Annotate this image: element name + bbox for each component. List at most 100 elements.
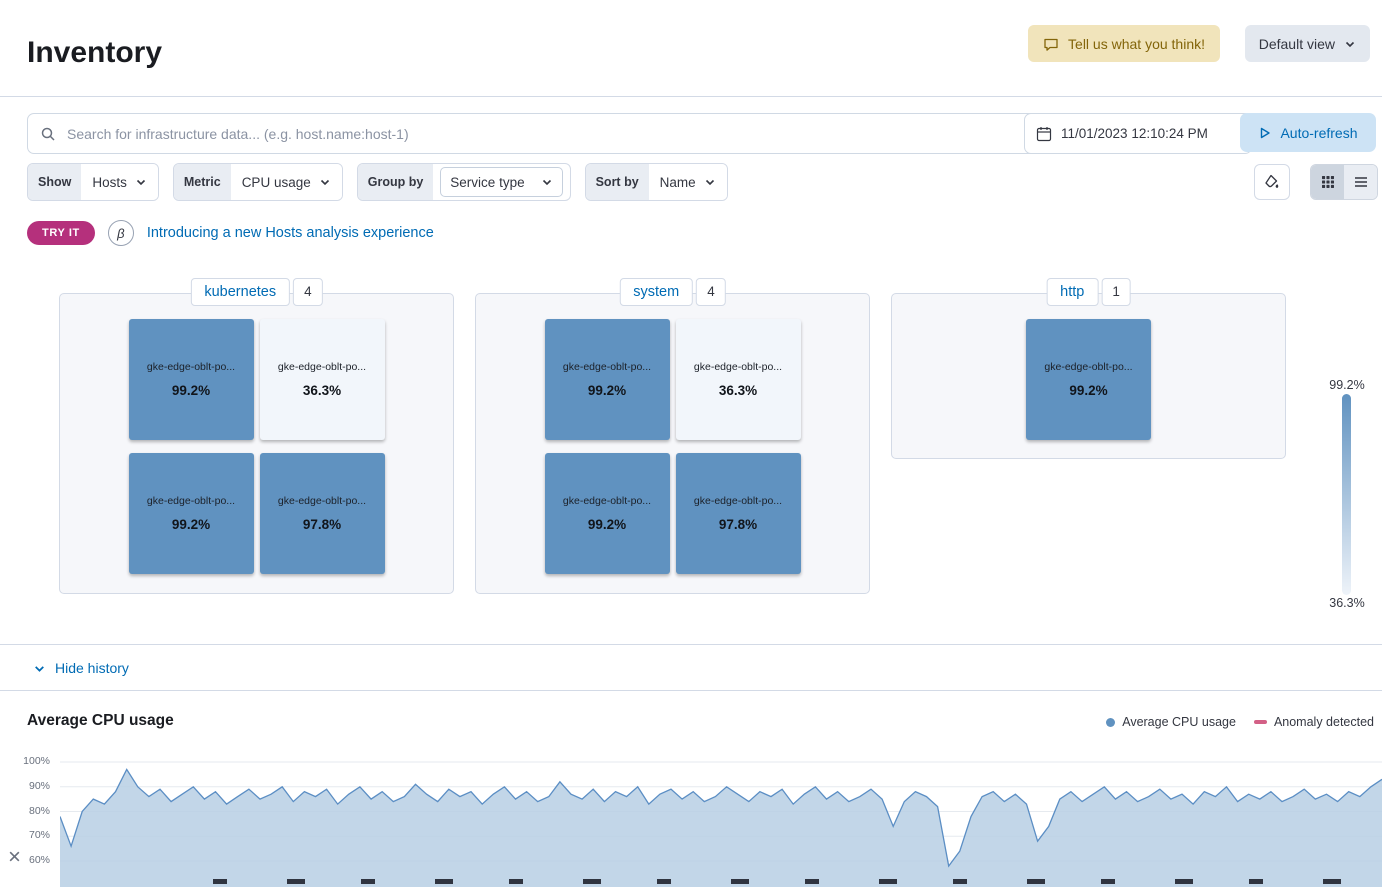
close-icon[interactable] <box>8 850 21 863</box>
chevron-down-icon <box>1344 38 1356 50</box>
tile-grid: gke-edge-oblt-po... 99.2% gke-edge-oblt-po… <box>129 319 385 574</box>
y-axis-label: 70% <box>0 829 50 841</box>
sort-by-filter-select[interactable]: Name <box>649 164 727 200</box>
default-view-button[interactable]: Default view <box>1245 25 1370 62</box>
host-metric-value: 36.3% <box>719 383 757 398</box>
sort-by-filter-value: Name <box>660 175 696 190</box>
group-label: kubernetes4 <box>190 278 322 306</box>
header-divider <box>0 96 1382 97</box>
chevron-down-icon <box>541 176 553 188</box>
inventory-page: Inventory Tell us what you think! Defaul… <box>0 0 1382 887</box>
feedback-label: Tell us what you think! <box>1068 36 1205 52</box>
search-icon <box>40 126 56 142</box>
legend-max-label: 99.2% <box>1316 378 1378 392</box>
group-name[interactable]: system <box>619 278 693 306</box>
chart-legend: Average CPU usage Anomaly detected <box>1106 715 1374 729</box>
host-tile[interactable]: gke-edge-oblt-po...99.2% <box>129 453 254 574</box>
legend-cpu-label: Average CPU usage <box>1122 715 1236 729</box>
grid-view-button[interactable] <box>1311 165 1344 199</box>
host-tile[interactable]: gke-edge-oblt-po... 99.2% <box>545 319 670 440</box>
auto-refresh-label: Auto-refresh <box>1280 125 1357 141</box>
calendar-icon <box>1036 126 1052 142</box>
page-title: Inventory <box>27 36 162 70</box>
host-tile[interactable]: gke-edge-oblt-po... 36.3% <box>676 319 801 440</box>
host-name: gke-edge-oblt-po... <box>694 495 782 507</box>
host-metric-value: 97.8% <box>303 517 341 532</box>
group-count-badge: 4 <box>293 278 323 306</box>
tile-grid: gke-edge-oblt-po... 99.2% gke-edge-oblt-po… <box>545 319 801 574</box>
group-by-filter-label: Group by <box>358 164 434 200</box>
chart-title: Average CPU usage <box>27 712 174 730</box>
legend-min-label: 36.3% <box>1316 596 1378 610</box>
feedback-button[interactable]: Tell us what you think! <box>1028 25 1220 62</box>
show-filter-select[interactable]: Hosts <box>81 164 158 200</box>
chevron-down-icon <box>704 176 716 188</box>
metric-filter-label: Metric <box>174 164 231 200</box>
host-tile[interactable]: gke-edge-oblt-po... 36.3% <box>260 319 385 440</box>
host-name: gke-edge-oblt-po... <box>694 361 782 373</box>
metric-filter-select[interactable]: CPU usage <box>231 164 342 200</box>
show-filter: Show Hosts <box>27 163 159 201</box>
chevron-down-icon <box>319 176 331 188</box>
search-bar <box>27 113 1037 154</box>
host-tile[interactable]: gke-edge-oblt-po...99.2% <box>545 453 670 574</box>
hide-history-chevron-icon <box>33 662 46 675</box>
host-name: gke-edge-oblt-po... <box>278 495 366 507</box>
group-by-filter: Group by Service type <box>357 163 571 201</box>
group-label: system4 <box>619 278 725 306</box>
y-axis-label: 80% <box>0 805 50 817</box>
grid-view-icon <box>1321 175 1335 189</box>
legend-item-cpu: Average CPU usage <box>1106 715 1236 729</box>
group-label: http1 <box>1046 278 1131 306</box>
feedback-bubble-icon <box>1043 36 1059 52</box>
y-axis-label: 90% <box>0 780 50 792</box>
auto-refresh-button[interactable]: Auto-refresh <box>1240 113 1376 152</box>
group-count-badge: 1 <box>1101 278 1131 306</box>
metric-filter: Metric CPU usage <box>173 163 343 201</box>
legend-options-button[interactable] <box>1254 164 1290 200</box>
host-tile[interactable]: gke-edge-oblt-po... 97.8% <box>260 453 385 574</box>
host-metric-value: 36.3% <box>303 383 341 398</box>
chevron-down-icon <box>135 176 147 188</box>
host-tile[interactable]: gke-edge-oblt-po...99.2% <box>1026 319 1151 440</box>
view-label: Default view <box>1259 36 1335 52</box>
waffle-group: http1gke-edge-oblt-po...99.2% <box>891 293 1286 459</box>
series-dot-icon <box>1106 718 1115 727</box>
group-count-badge: 4 <box>696 278 726 306</box>
group-name[interactable]: http <box>1046 278 1098 306</box>
table-view-icon <box>1354 175 1368 189</box>
filter-row: Show Hosts Metric CPU usage Group by Ser… <box>27 163 728 201</box>
waffle-group: kubernetes4gke-edge-oblt-po...99.2%gke-e… <box>59 293 454 594</box>
host-name: gke-edge-oblt-po... <box>1044 361 1132 373</box>
paint-fill-icon <box>1264 174 1280 190</box>
sort-by-filter-label: Sort by <box>586 164 649 200</box>
legend-anomaly-label: Anomaly detected <box>1274 715 1374 729</box>
group-by-filter-value: Service type <box>450 175 524 190</box>
group-by-filter-select[interactable]: Service type <box>440 167 562 197</box>
host-tile[interactable]: gke-edge-oblt-po... 99.2% <box>129 319 254 440</box>
host-name: gke-edge-oblt-po... <box>563 361 651 373</box>
host-metric-value: 99.2% <box>172 383 210 398</box>
try-it-badge[interactable]: TRY IT <box>27 221 95 245</box>
table-view-button[interactable] <box>1344 165 1377 199</box>
host-metric-value: 97.8% <box>719 517 757 532</box>
datetime-value: 11/01/2023 12:10:24 PM <box>1061 126 1208 141</box>
host-metric-value: 99.2% <box>588 383 626 398</box>
section-divider <box>0 644 1382 645</box>
show-filter-label: Show <box>28 164 81 200</box>
host-name: gke-edge-oblt-po... <box>147 361 235 373</box>
date-picker-button[interactable]: 11/01/2023 12:10:24 PM <box>1024 113 1252 154</box>
host-tile[interactable]: gke-edge-oblt-po... 97.8% <box>676 453 801 574</box>
group-name[interactable]: kubernetes <box>190 278 290 306</box>
metric-color-legend <box>1342 394 1351 595</box>
legend-item-anomaly: Anomaly detected <box>1254 715 1374 729</box>
host-metric-value: 99.2% <box>172 517 210 532</box>
beta-callout: TRY IT β Introducing a new Hosts analysi… <box>27 220 434 246</box>
host-name: gke-edge-oblt-po... <box>278 361 366 373</box>
host-name: gke-edge-oblt-po... <box>563 495 651 507</box>
hosts-analysis-link[interactable]: Introducing a new Hosts analysis experie… <box>147 225 434 241</box>
beta-icon: β <box>108 220 134 246</box>
search-input[interactable] <box>65 125 1024 143</box>
waffle-group: system4gke-edge-oblt-po...99.2%gke-edge-… <box>475 293 870 594</box>
hide-history-toggle[interactable]: Hide history <box>33 660 129 676</box>
